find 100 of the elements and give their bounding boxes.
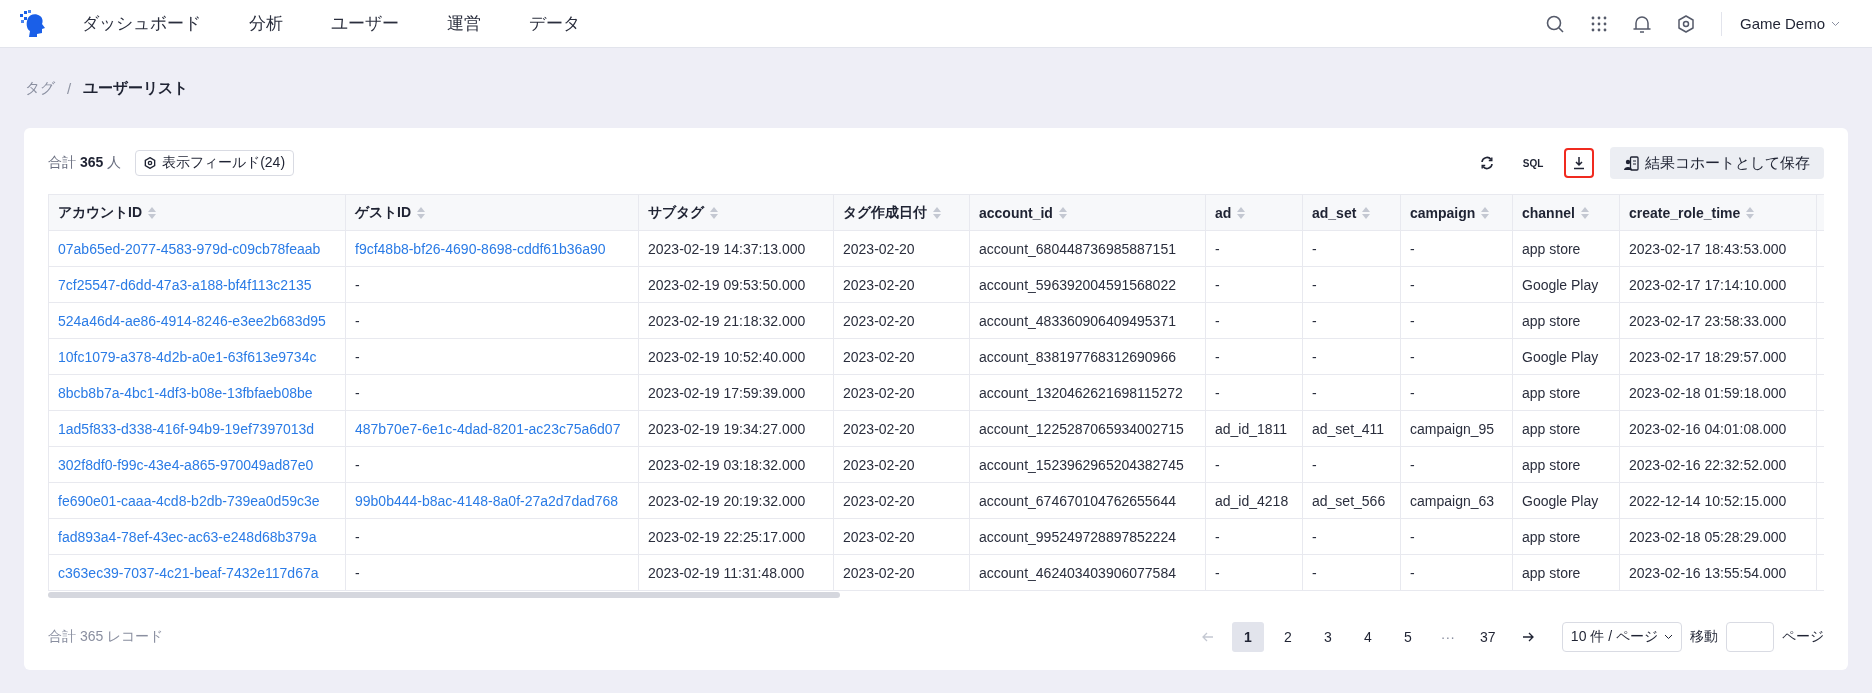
download-icon	[1573, 156, 1585, 170]
table-cell: app store	[1522, 528, 1581, 545]
table-cell: -	[1215, 348, 1220, 365]
table-cell: 2022-12-14 10:52:15.000	[1629, 492, 1787, 509]
table-cell: -	[355, 276, 360, 293]
table-cell: 2023-02-17 18:43:53.000	[1629, 240, 1787, 257]
table-cell: -	[355, 564, 360, 581]
table-cell: 2023-02-16 04:01:08.000	[1629, 420, 1787, 437]
page-button[interactable]: 2	[1271, 622, 1304, 652]
nav-item[interactable]: ユーザー	[331, 12, 399, 35]
table-cell: 2023-02-17 18:29:57.000	[1629, 348, 1787, 365]
column-header: account_id	[979, 204, 1053, 221]
sort-icon[interactable]	[1746, 206, 1755, 219]
arrow-right-icon	[1521, 632, 1534, 642]
table-cell: account_462403403906077584	[979, 564, 1176, 581]
nav-item[interactable]: ダッシュボード	[82, 12, 201, 35]
sort-icon[interactable]	[1237, 206, 1246, 219]
table-cell: ad_set_411	[1312, 420, 1385, 437]
table-cell: account_1320462621698115272	[979, 384, 1183, 401]
table-cell: account_1523962965204382745	[979, 456, 1184, 473]
table-cell: 2023-02-18 05:28:29.000	[1629, 528, 1787, 545]
page-suffix-label: ページ	[1782, 628, 1824, 646]
table-cell: account_995249728897852224	[979, 528, 1176, 545]
table-cell: -	[355, 384, 360, 401]
page-button[interactable]: 4	[1351, 622, 1384, 652]
table-cell: 2023-02-20	[843, 456, 915, 473]
table-cell: -	[355, 528, 360, 545]
table-cell: -	[1312, 348, 1317, 365]
table-cell: 2023-02-19 19:34:27.000	[648, 420, 806, 437]
table-cell: -	[1215, 240, 1220, 257]
breadcrumb-item: ユーザーリスト	[83, 78, 189, 98]
sort-icon[interactable]	[1580, 206, 1589, 219]
page-button[interactable]: 37	[1471, 622, 1504, 652]
chevron-down-icon	[1831, 20, 1840, 27]
table-cell: 2023-02-16 13:55:54.000	[1629, 564, 1787, 581]
sort-icon[interactable]	[933, 206, 941, 219]
settings-icon[interactable]	[1676, 14, 1695, 33]
table-cell: -	[1312, 528, 1317, 545]
table-cell: campaign_63	[1410, 492, 1495, 509]
table-cell: app store	[1522, 456, 1581, 473]
table-cell: 2023-02-19 20:19:32.000	[648, 492, 806, 509]
table-cell: app store	[1522, 384, 1581, 401]
download-button[interactable]	[1564, 148, 1594, 178]
display-fields-button[interactable]: 表示フィールド(24)	[135, 150, 295, 176]
column-header: タグ作成日付	[843, 203, 927, 222]
table-cell: -	[355, 456, 360, 473]
table-cell: account_483360906409495371	[979, 312, 1176, 329]
table-cell: -	[355, 348, 360, 365]
nav-item[interactable]: 運営	[447, 12, 481, 35]
table-cell: -	[1410, 528, 1415, 545]
table-cell: -	[1312, 312, 1317, 329]
sort-icon[interactable]	[1058, 206, 1067, 219]
settings-icon	[144, 157, 157, 169]
sort-icon[interactable]	[1362, 206, 1371, 219]
sort-icon[interactable]	[417, 206, 425, 219]
total-users-count: 合計 365 人	[48, 154, 122, 172]
project-selector[interactable]: Game Demo	[1739, 15, 1840, 32]
table-cell: -	[1410, 564, 1415, 581]
search-icon[interactable]	[1544, 13, 1565, 34]
column-header: ad_set	[1312, 204, 1357, 221]
save-cohort-button[interactable]: 結果コホートとして保存	[1610, 147, 1824, 179]
table-cell: 2023-02-19 09:53:50.000	[648, 276, 806, 293]
sql-button[interactable]: SQL	[1518, 148, 1548, 178]
table-cell: -	[1410, 312, 1415, 329]
table-cell: 2023-02-17 23:58:33.000	[1629, 312, 1787, 329]
table-cell: account_838197768312690966	[979, 348, 1176, 365]
table-cell: 2023-02-20	[843, 528, 915, 545]
page-button[interactable]: 1	[1231, 622, 1264, 652]
logo-icon[interactable]	[20, 9, 46, 38]
table-cell: -	[1215, 312, 1220, 329]
column-header: ad	[1215, 204, 1232, 221]
table-cell: ad_id_1811	[1215, 420, 1288, 437]
sort-icon[interactable]	[148, 206, 156, 219]
page-jump-field[interactable]	[1726, 622, 1774, 652]
table-cell: -	[1312, 564, 1317, 581]
nav-item[interactable]: 分析	[249, 12, 283, 35]
table-cell: Google Play	[1522, 492, 1599, 509]
table-cell: 2023-02-20	[843, 420, 915, 437]
contact-card-icon	[1624, 155, 1639, 171]
table-cell: campaign_95	[1410, 420, 1495, 437]
apps-grid-icon[interactable]	[1590, 15, 1607, 32]
sort-icon[interactable]	[710, 206, 718, 219]
table-cell: app store	[1522, 312, 1581, 329]
table-cell: Google Play	[1522, 348, 1599, 365]
chevron-down-icon	[1664, 634, 1673, 640]
sort-icon[interactable]	[1481, 206, 1490, 219]
table-cell: 2023-02-20	[843, 348, 915, 365]
page-size-select[interactable]: 10 件 / ページ	[1561, 622, 1682, 652]
table-cell: 2023-02-18 01:59:18.000	[1629, 384, 1787, 401]
page-button[interactable]: 5	[1391, 622, 1424, 652]
table-cell: app store	[1522, 420, 1581, 437]
bell-icon[interactable]	[1632, 13, 1651, 34]
page-button[interactable]: 3	[1311, 622, 1344, 652]
table-cell: -	[1410, 240, 1415, 257]
breadcrumb-separator: /	[67, 79, 72, 97]
table-cell: 2023-02-20	[843, 240, 915, 257]
table-cell: -	[355, 312, 360, 329]
scrollbar-thumb[interactable]	[48, 592, 840, 598]
table-cell: -	[1312, 384, 1317, 401]
nav-item[interactable]: データ	[529, 12, 580, 35]
